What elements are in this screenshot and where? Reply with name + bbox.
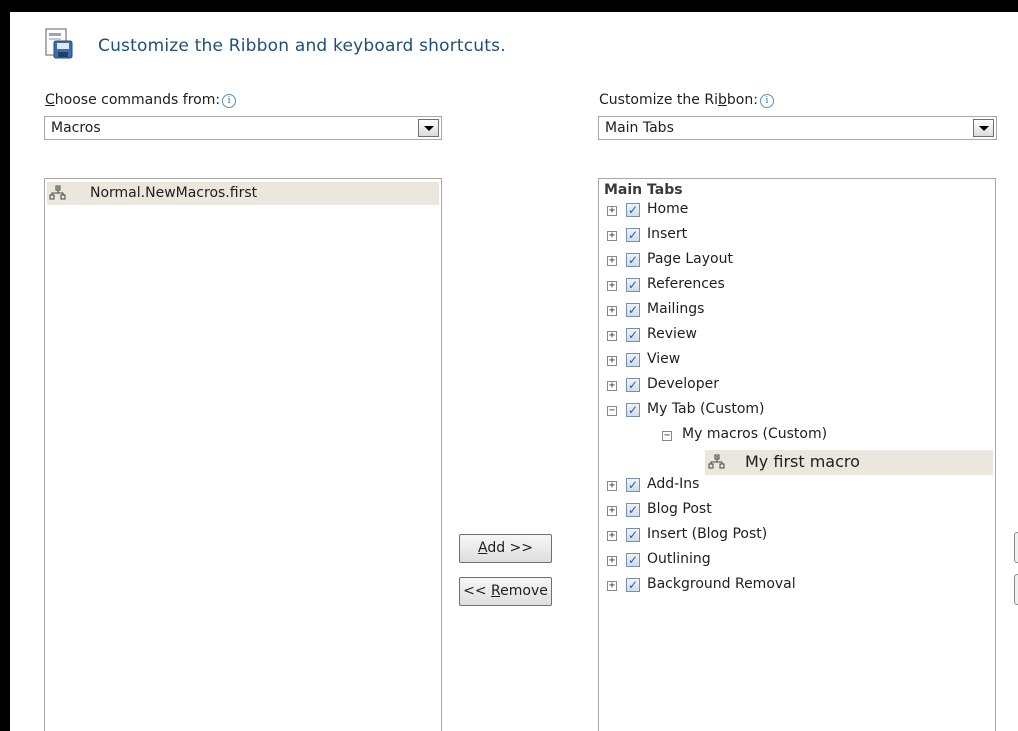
tab-checkbox[interactable]: ✓ bbox=[626, 278, 640, 292]
customize-ribbon-label-mnemonic: b bbox=[717, 92, 727, 108]
tree-item-mailings[interactable]: + ✓ Mailings bbox=[599, 300, 995, 325]
commands-listbox[interactable]: Normal.NewMacros.first bbox=[44, 178, 442, 731]
tree-item-label: My macros (Custom) bbox=[682, 426, 828, 442]
expand-plus-icon[interactable]: + bbox=[607, 306, 617, 316]
tree-item-label: Developer bbox=[647, 376, 720, 392]
collapse-minus-icon[interactable]: − bbox=[607, 406, 617, 416]
chevron-down-icon[interactable] bbox=[973, 119, 994, 137]
expand-plus-icon[interactable]: + bbox=[607, 381, 617, 391]
chevron-down-icon[interactable] bbox=[418, 119, 439, 137]
expand-plus-icon[interactable]: + bbox=[607, 556, 617, 566]
tree-item-developer[interactable]: + ✓ Developer bbox=[599, 375, 995, 400]
remove-button-label: emove bbox=[500, 583, 548, 599]
customize-ribbon-dialog: Customize the Ribbon and keyboard shortc… bbox=[10, 12, 1018, 731]
tree-item-label: My Tab (Custom) bbox=[647, 401, 765, 417]
choose-commands-label-mnemonic: C bbox=[45, 92, 55, 108]
remove-button-mnemonic: R bbox=[491, 583, 501, 599]
tree-item-label: Insert bbox=[647, 226, 688, 242]
customize-ribbon-combo[interactable]: Main Tabs bbox=[598, 116, 997, 140]
tab-checkbox[interactable]: ✓ bbox=[626, 478, 640, 492]
tree-item-insert-blog-post[interactable]: + ✓ Insert (Blog Post) bbox=[599, 525, 995, 550]
tree-item-label: Review bbox=[647, 326, 697, 342]
choose-commands-label-text: hoose commands from: bbox=[54, 92, 221, 108]
add-button-label: dd >> bbox=[487, 540, 534, 556]
tree-item-my-tab[interactable]: − ✓ My Tab (Custom) bbox=[599, 400, 995, 425]
macro-icon bbox=[708, 454, 725, 469]
expand-plus-icon[interactable]: + bbox=[607, 331, 617, 341]
tree-item-my-first-macro[interactable]: My first macro bbox=[705, 450, 993, 475]
info-icon[interactable]: i bbox=[222, 94, 237, 108]
collapse-minus-icon[interactable]: − bbox=[662, 431, 672, 441]
tree-item-label: Add-Ins bbox=[647, 476, 700, 492]
move-up-button[interactable] bbox=[1014, 532, 1018, 563]
tab-checkbox[interactable]: ✓ bbox=[626, 378, 640, 392]
expand-plus-icon[interactable]: + bbox=[607, 531, 617, 541]
expand-plus-icon[interactable]: + bbox=[607, 206, 617, 216]
add-button[interactable]: Add >> bbox=[459, 534, 552, 563]
choose-commands-combo[interactable]: Macros bbox=[44, 116, 442, 140]
tree-item-label: Home bbox=[647, 201, 689, 217]
tree-item-background-removal[interactable]: + ✓ Background Removal bbox=[599, 575, 995, 600]
tree-item-my-macros-group[interactable]: − My macros (Custom) bbox=[599, 425, 995, 450]
tree-item-page-layout[interactable]: + ✓ Page Layout bbox=[599, 250, 995, 275]
customize-ribbon-label: Customize the Ribbon: i bbox=[599, 92, 774, 108]
tab-checkbox[interactable]: ✓ bbox=[626, 353, 640, 367]
page-title: Customize the Ribbon and keyboard shortc… bbox=[98, 36, 506, 56]
expand-plus-icon[interactable]: + bbox=[607, 231, 617, 241]
customize-ribbon-combo-value: Main Tabs bbox=[605, 120, 674, 136]
move-down-button[interactable] bbox=[1014, 574, 1018, 605]
customize-ribbon-label-post: bon: bbox=[726, 92, 758, 108]
remove-button-prefix: << bbox=[463, 583, 492, 599]
tab-checkbox[interactable]: ✓ bbox=[626, 578, 640, 592]
tree-item-label: Background Removal bbox=[647, 576, 796, 592]
tab-checkbox[interactable]: ✓ bbox=[626, 328, 640, 342]
expand-plus-icon[interactable]: + bbox=[607, 481, 617, 491]
list-item-label: Normal.NewMacros.first bbox=[90, 185, 258, 201]
tab-checkbox[interactable]: ✓ bbox=[626, 203, 640, 217]
tree-item-add-ins[interactable]: + ✓ Add-Ins bbox=[599, 475, 995, 500]
remove-button[interactable]: << Remove bbox=[459, 577, 552, 606]
tree-item-outlining[interactable]: + ✓ Outlining bbox=[599, 550, 995, 575]
list-item[interactable]: Normal.NewMacros.first bbox=[47, 182, 439, 205]
tab-checkbox[interactable]: ✓ bbox=[626, 303, 640, 317]
tab-checkbox[interactable]: ✓ bbox=[626, 403, 640, 417]
expand-plus-icon[interactable]: + bbox=[607, 581, 617, 591]
choose-commands-combo-value: Macros bbox=[51, 120, 101, 136]
tree-item-home[interactable]: + ✓ Home bbox=[599, 200, 995, 225]
tree-item-insert[interactable]: + ✓ Insert bbox=[599, 225, 995, 250]
tree-item-label: Mailings bbox=[647, 301, 705, 317]
tree-header: Main Tabs bbox=[604, 182, 683, 198]
expand-plus-icon[interactable]: + bbox=[607, 256, 617, 266]
tree-item-label: Insert (Blog Post) bbox=[647, 526, 768, 542]
tab-checkbox[interactable]: ✓ bbox=[626, 528, 640, 542]
tree-item-view[interactable]: + ✓ View bbox=[599, 350, 995, 375]
tree-item-blog-post[interactable]: + ✓ Blog Post bbox=[599, 500, 995, 525]
tab-checkbox[interactable]: ✓ bbox=[626, 503, 640, 517]
tree-item-label: Page Layout bbox=[647, 251, 733, 267]
tab-checkbox[interactable]: ✓ bbox=[626, 253, 640, 267]
tree-item-label: Outlining bbox=[647, 551, 711, 567]
tree-item-review[interactable]: + ✓ Review bbox=[599, 325, 995, 350]
tab-checkbox[interactable]: ✓ bbox=[626, 553, 640, 567]
expand-plus-icon[interactable]: + bbox=[607, 356, 617, 366]
tree-item-label: My first macro bbox=[745, 452, 860, 471]
ribbon-tree[interactable]: Main Tabs + ✓ Home + ✓ Insert + ✓ Page L… bbox=[598, 178, 996, 731]
expand-plus-icon[interactable]: + bbox=[607, 506, 617, 516]
macro-icon bbox=[49, 185, 66, 200]
expand-plus-icon[interactable]: + bbox=[607, 281, 617, 291]
tree-item-references[interactable]: + ✓ References bbox=[599, 275, 995, 300]
customize-dialog-icon bbox=[45, 28, 73, 59]
add-button-mnemonic: A bbox=[477, 540, 488, 556]
info-icon[interactable]: i bbox=[759, 94, 774, 108]
tree-item-label: View bbox=[647, 351, 681, 367]
tree-item-label: Blog Post bbox=[647, 501, 712, 517]
customize-ribbon-label-pre: Customize the Ri bbox=[599, 92, 718, 108]
choose-commands-label: Choose commands from: i bbox=[45, 92, 237, 108]
tab-checkbox[interactable]: ✓ bbox=[626, 228, 640, 242]
tree-item-label: References bbox=[647, 276, 725, 292]
